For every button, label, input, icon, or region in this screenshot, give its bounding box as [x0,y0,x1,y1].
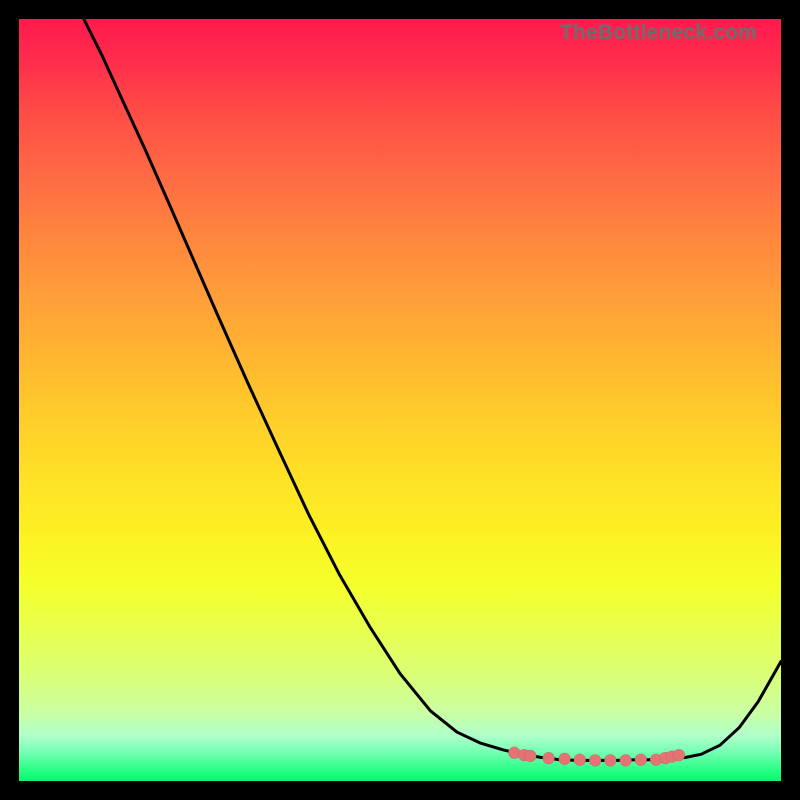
data-point [620,754,632,766]
data-point [589,754,601,766]
chart-container: TheBottleneck.com [0,0,800,800]
data-point [673,749,685,761]
data-point [559,753,571,765]
highlighted-points [19,19,781,781]
data-point [574,754,586,766]
plot-area: TheBottleneck.com [19,19,781,781]
data-point [604,754,616,766]
data-point [524,750,536,762]
data-point [635,754,647,766]
data-point [543,752,555,764]
